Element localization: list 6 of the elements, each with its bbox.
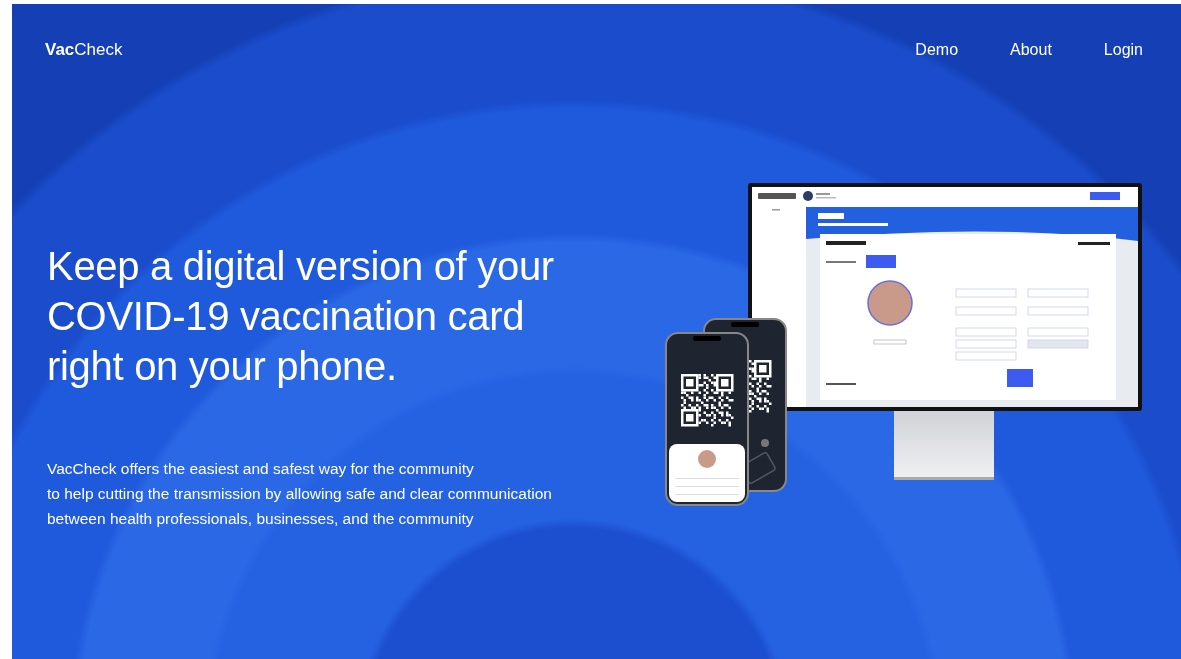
description: VacCheck offers the easiest and safest way for the community to help cutting the transmission by allowing safe and clear communication between health professionals, businesses, and the community [47, 459, 553, 529]
logo[interactable]: VacCheck [45, 40, 123, 60]
nav-link[interactable]: Login [1103, 41, 1143, 59]
nav-link[interactable]: Demo [915, 41, 959, 59]
nav-link[interactable]: About [1010, 41, 1052, 59]
headline: Keep a digital version of your COVID-19 vaccination card right on your phone. [47, 243, 555, 390]
